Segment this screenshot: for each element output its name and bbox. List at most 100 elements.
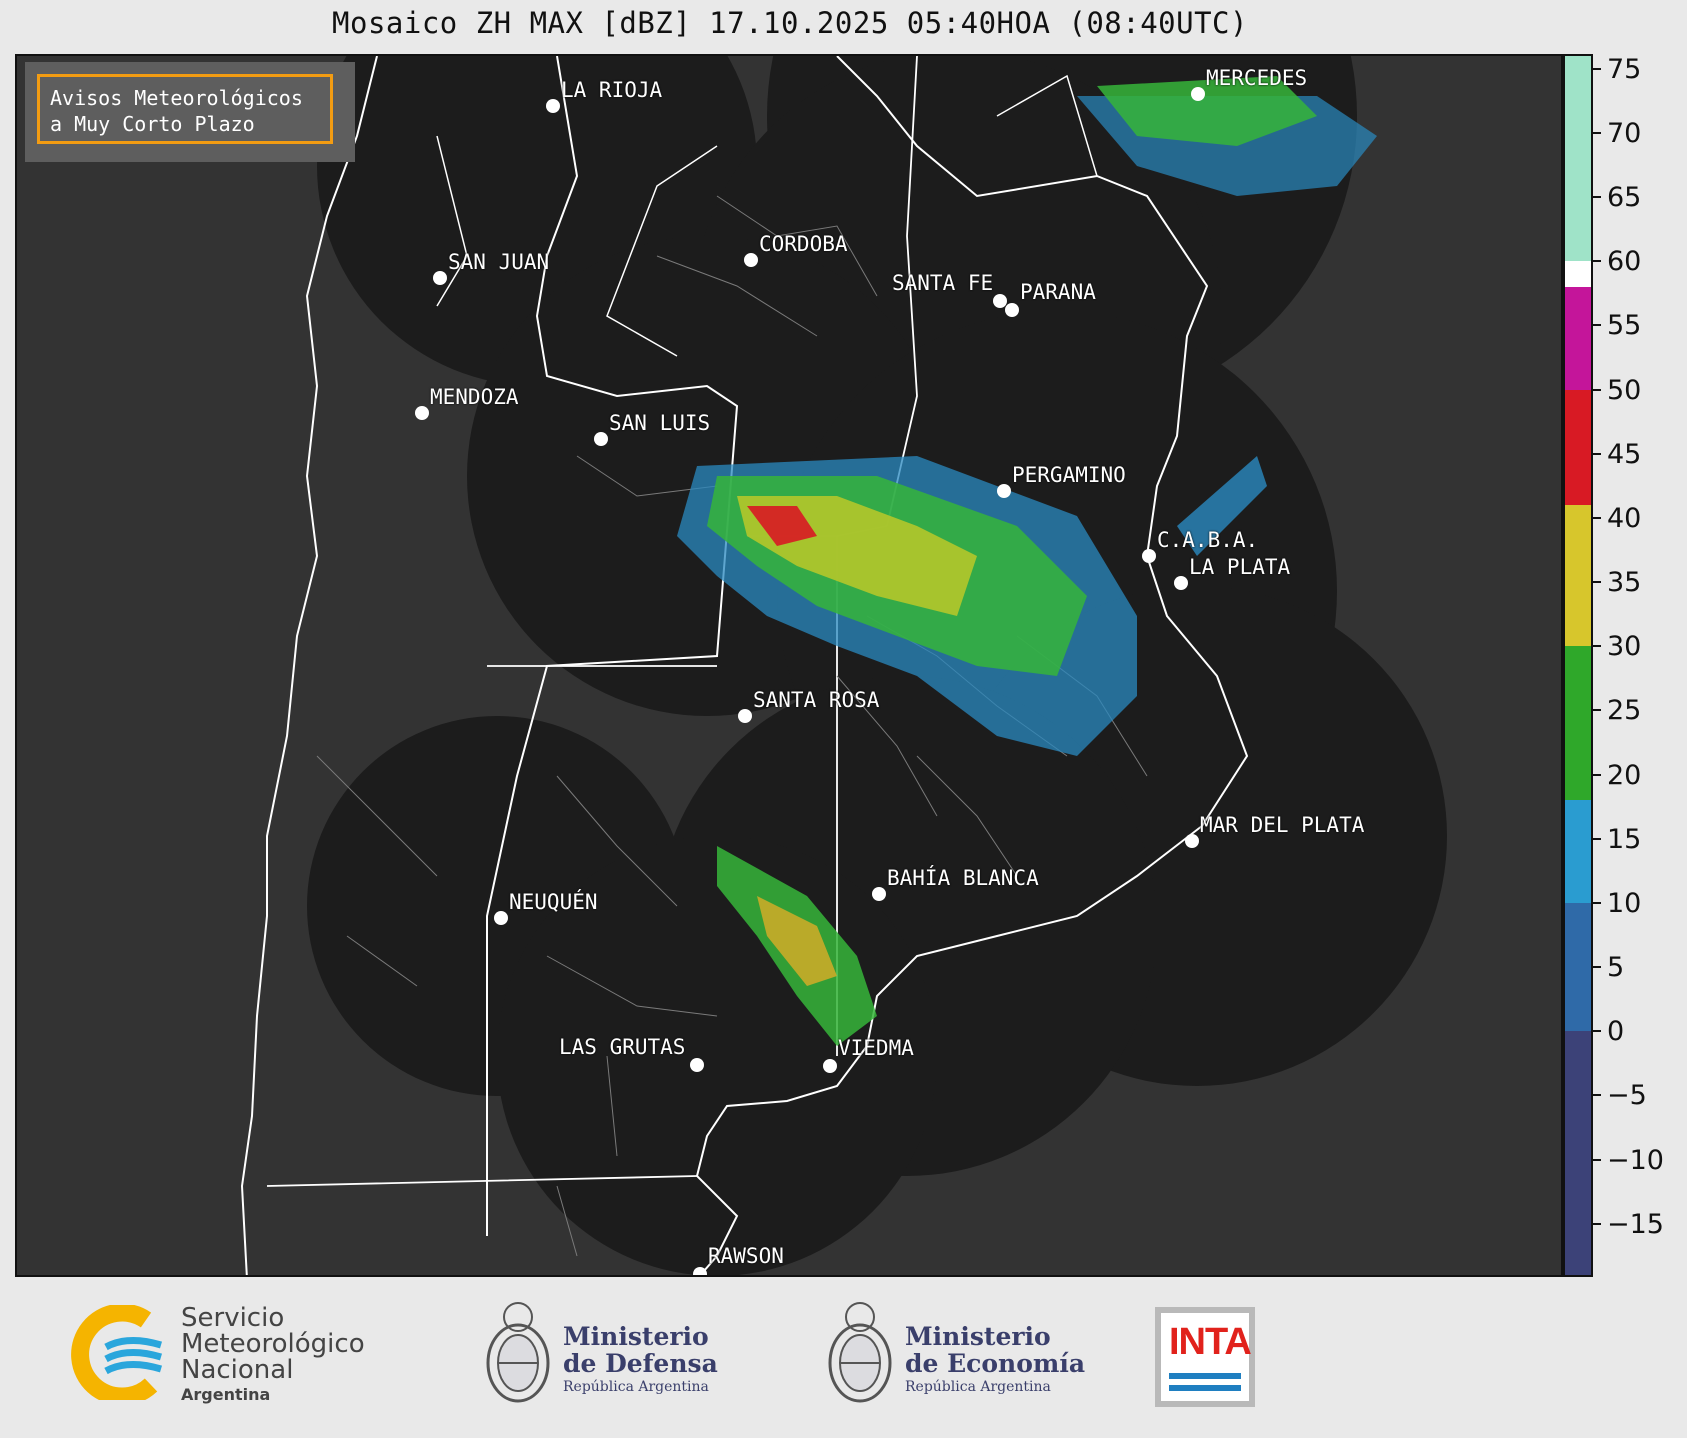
city-label: MAR DEL PLATA bbox=[1200, 813, 1365, 837]
defensa-line-2: de Defensa bbox=[563, 1349, 718, 1378]
radar-map[interactable]: Avisos Meteorológicos a Muy Corto Plazo … bbox=[15, 54, 1563, 1277]
inta-word: INTA bbox=[1169, 1321, 1252, 1363]
city-marker bbox=[546, 99, 560, 113]
inta-stripe bbox=[1169, 1385, 1241, 1391]
tick-mark bbox=[1593, 1222, 1601, 1225]
colorbar-segment bbox=[1565, 902, 1591, 1032]
city-label: BAHÍA BLANCA bbox=[887, 866, 1039, 890]
city-label: PARANA bbox=[1020, 280, 1096, 304]
city-marker bbox=[433, 271, 447, 285]
city-label: MERCEDES bbox=[1206, 66, 1308, 90]
smn-line-2: Meteorológico bbox=[181, 1329, 365, 1359]
colorbar-segment bbox=[1565, 56, 1591, 262]
city-label: SANTA FE bbox=[892, 271, 994, 295]
inta-box: INTA bbox=[1161, 1313, 1252, 1401]
city-label: LAS GRUTAS bbox=[559, 1035, 686, 1059]
city-label: SAN JUAN bbox=[448, 250, 550, 274]
tick-label: 75 bbox=[1607, 53, 1642, 85]
colorbar-segment bbox=[1565, 261, 1591, 287]
tick-label: 15 bbox=[1607, 823, 1642, 855]
city-marker bbox=[738, 709, 752, 723]
tick-label: 45 bbox=[1607, 438, 1642, 470]
city-label: SAN LUIS bbox=[609, 411, 711, 435]
tick-mark bbox=[1593, 324, 1601, 327]
tick-label: 35 bbox=[1607, 567, 1642, 599]
economia-line-1: Ministerio bbox=[905, 1322, 1051, 1351]
tick-label: 20 bbox=[1607, 759, 1642, 791]
coat-of-arms-icon bbox=[486, 1302, 550, 1403]
notice-line-2: a Muy Corto Plazo bbox=[50, 112, 255, 136]
city-marker bbox=[1142, 549, 1156, 563]
tick-mark bbox=[1593, 452, 1601, 455]
tick-label: −15 bbox=[1607, 1208, 1664, 1240]
tick-label: 50 bbox=[1607, 374, 1642, 406]
tick-mark bbox=[1593, 1158, 1601, 1161]
tick-mark bbox=[1593, 773, 1601, 776]
tick-label: 40 bbox=[1607, 502, 1642, 534]
inta-stripe bbox=[1169, 1373, 1241, 1379]
dbz-colorbar bbox=[1563, 54, 1593, 1277]
tick-mark bbox=[1593, 260, 1601, 263]
colorbar-segment bbox=[1565, 389, 1591, 506]
city-marker bbox=[1174, 576, 1188, 590]
city-label: NEUQUÉN bbox=[509, 890, 598, 914]
city-marker bbox=[872, 887, 886, 901]
defensa-line-3: República Argentina bbox=[563, 1379, 709, 1395]
city-marker bbox=[415, 406, 429, 420]
notice-box: Avisos Meteorológicos a Muy Corto Plazo bbox=[37, 74, 333, 144]
tick-label: 65 bbox=[1607, 182, 1642, 214]
city-marker bbox=[690, 1058, 704, 1072]
tick-mark bbox=[1593, 1094, 1601, 1097]
economia-line-3: República Argentina bbox=[905, 1379, 1051, 1395]
tick-mark bbox=[1593, 581, 1601, 584]
notice-line-1: Avisos Meteorológicos bbox=[50, 86, 303, 110]
colorbar-segment bbox=[1565, 505, 1591, 647]
city-label: LA PLATA bbox=[1189, 555, 1291, 579]
smn-emblem-icon bbox=[71, 1303, 163, 1406]
city-marker bbox=[997, 484, 1011, 498]
tick-label: 25 bbox=[1607, 695, 1642, 727]
tick-mark bbox=[1593, 966, 1601, 969]
tick-mark bbox=[1593, 901, 1601, 904]
smn-line-4: Argentina bbox=[181, 1385, 271, 1404]
city-label: LA RIOJA bbox=[561, 78, 663, 102]
inta-logo: INTA bbox=[1155, 1307, 1255, 1407]
city-label: CORDOBA bbox=[759, 232, 848, 256]
colorbar-segment bbox=[1565, 286, 1591, 390]
city-label: SANTA ROSA bbox=[753, 688, 880, 712]
colorbar-segment bbox=[1565, 1031, 1591, 1275]
tick-mark bbox=[1593, 837, 1601, 840]
colorbar-segment bbox=[1565, 800, 1591, 903]
city-label: VIEDMA bbox=[838, 1036, 914, 1060]
tick-label: 60 bbox=[1607, 246, 1642, 278]
radar-coverage bbox=[307, 56, 1447, 1275]
city-label: RAWSON bbox=[708, 1244, 784, 1268]
tick-mark bbox=[1593, 131, 1601, 134]
tick-mark bbox=[1593, 67, 1601, 70]
tick-label: 5 bbox=[1607, 952, 1625, 984]
smn-line-3: Nacional bbox=[181, 1355, 294, 1385]
city-marker bbox=[823, 1059, 837, 1073]
smn-line-1: Servicio bbox=[181, 1303, 285, 1333]
tick-label: −5 bbox=[1607, 1080, 1647, 1112]
tick-mark bbox=[1593, 709, 1601, 712]
defensa-line-1: Ministerio bbox=[563, 1322, 709, 1351]
city-label: MENDOZA bbox=[430, 385, 519, 409]
tick-mark bbox=[1593, 1030, 1601, 1033]
city-marker bbox=[744, 253, 758, 267]
city-label: C.A.B.A. bbox=[1157, 528, 1259, 552]
city-marker bbox=[594, 432, 608, 446]
notice-panel: Avisos Meteorológicos a Muy Corto Plazo bbox=[25, 62, 355, 162]
city-marker bbox=[1185, 834, 1199, 848]
smn-text: Servicio Meteorológico Nacional Argentin… bbox=[181, 1305, 365, 1404]
tick-label: 55 bbox=[1607, 310, 1642, 342]
tick-label: −10 bbox=[1607, 1144, 1664, 1176]
city-marker bbox=[494, 911, 508, 925]
city-marker bbox=[693, 1267, 707, 1275]
tick-label: 10 bbox=[1607, 887, 1642, 919]
tick-label: 70 bbox=[1607, 117, 1642, 149]
city-marker bbox=[1191, 87, 1205, 101]
city-label: PERGAMINO bbox=[1012, 463, 1126, 487]
economia-logo: Ministerio de Economía República Argenti… bbox=[820, 1295, 1085, 1415]
city-marker bbox=[1005, 303, 1019, 317]
